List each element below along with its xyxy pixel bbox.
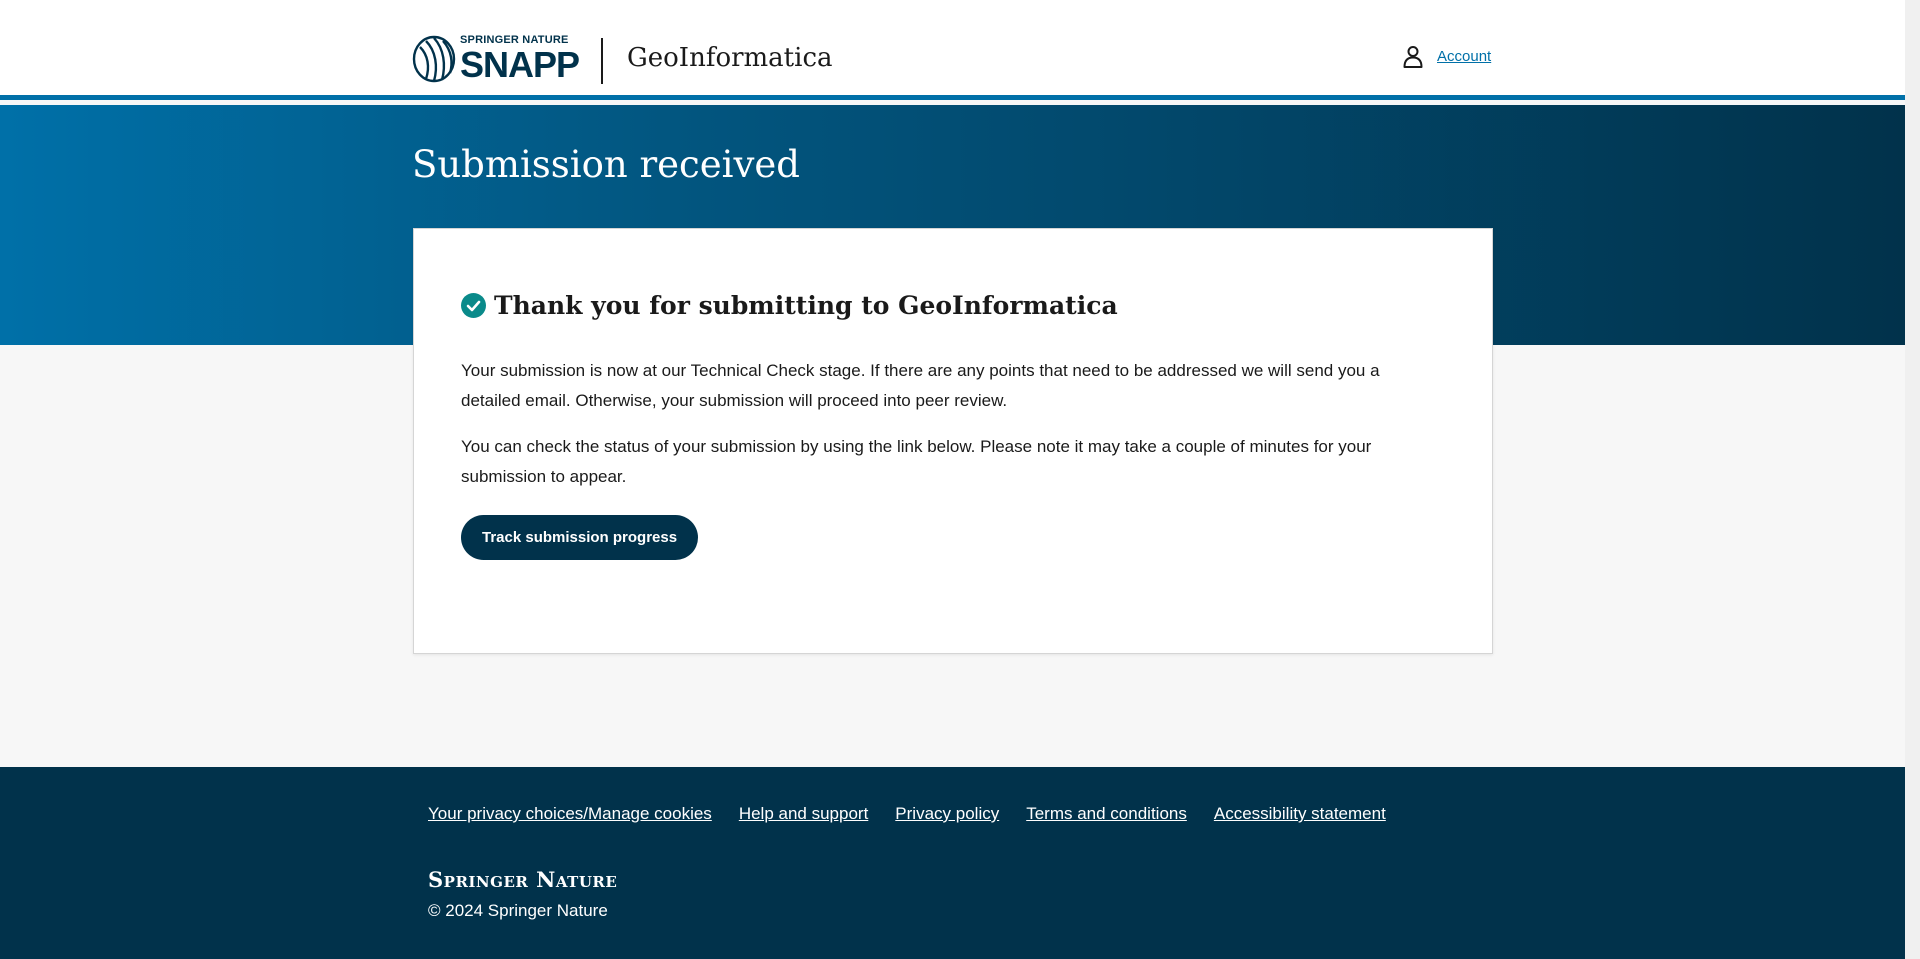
- site-header: SPRINGER NATURE SNAPP GeoInformatica Acc…: [0, 0, 1905, 100]
- user-icon: [1403, 46, 1423, 68]
- copyright-text: © 2024 Springer Nature: [428, 901, 608, 920]
- confirmation-heading-text: Thank you for submitting to GeoInformati…: [494, 291, 1118, 320]
- footer-link-privacy-choices[interactable]: Your privacy choices/Manage cookies: [428, 804, 712, 824]
- track-submission-button[interactable]: Track submission progress: [461, 515, 699, 560]
- journal-title: GeoInformatica: [627, 43, 833, 73]
- logo-text: SPRINGER NATURE SNAPP: [460, 35, 580, 85]
- status-paragraph: Your submission is now at our Technical …: [461, 361, 1380, 410]
- footer-link-terms[interactable]: Terms and conditions: [1026, 804, 1187, 824]
- page-title: Submission received: [412, 143, 800, 186]
- footer-link-help-support[interactable]: Help and support: [739, 804, 868, 824]
- confirmation-heading: Thank you for submitting to GeoInformati…: [461, 291, 1118, 320]
- footer-brand-logo: Springer Nature: [428, 867, 618, 892]
- account-link[interactable]: Account: [1437, 48, 1491, 65]
- check-circle-icon: [461, 293, 486, 318]
- confirmation-card: Thank you for submitting to GeoInformati…: [413, 228, 1493, 654]
- snapp-logo[interactable]: SPRINGER NATURE SNAPP: [412, 35, 580, 85]
- tracking-paragraph: You can check the status of your submiss…: [461, 437, 1372, 486]
- account-menu[interactable]: Account: [1401, 44, 1491, 68]
- footer-link-privacy-policy[interactable]: Privacy policy: [895, 804, 999, 824]
- logo-product-text: SNAPP: [460, 44, 580, 85]
- header-divider: [601, 38, 603, 84]
- footer-nav: Your privacy choices/Manage cookies Help…: [428, 804, 1386, 824]
- footer-link-accessibility[interactable]: Accessibility statement: [1214, 804, 1386, 824]
- page-scrollbar[interactable]: [1905, 0, 1920, 959]
- site-footer: Your privacy choices/Manage cookies Help…: [0, 767, 1905, 959]
- snapp-logo-icon: [412, 35, 456, 83]
- page: SPRINGER NATURE SNAPP GeoInformatica Acc…: [0, 0, 1905, 959]
